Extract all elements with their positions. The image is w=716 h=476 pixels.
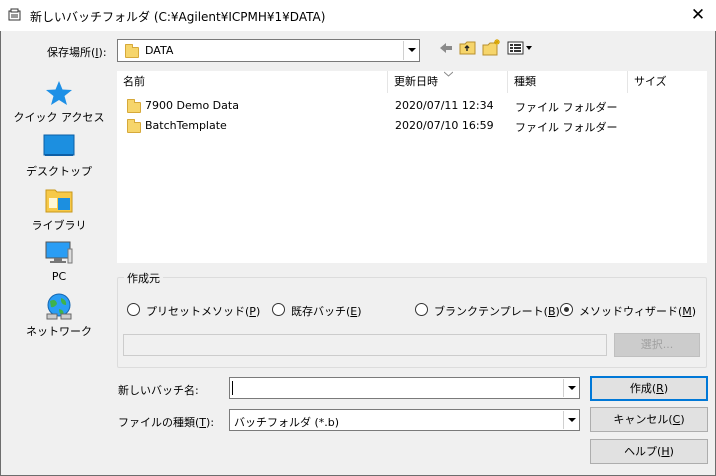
back-arrow-icon[interactable]	[438, 40, 454, 56]
library-icon	[45, 189, 73, 213]
file-type-combobox[interactable]: バッチフォルダ (*.b)	[229, 409, 580, 431]
file-name: 7900 Demo Data	[145, 99, 239, 112]
file-name: BatchTemplate	[145, 119, 227, 132]
new-folder-icon[interactable]	[482, 38, 502, 57]
column-header-name[interactable]: 名前	[117, 71, 388, 93]
source-group-title: 作成元	[124, 270, 163, 286]
folder-icon	[127, 119, 141, 133]
sort-indicator-icon	[444, 71, 453, 77]
radio-existing-batch[interactable]	[272, 303, 285, 316]
file-row[interactable]: BatchTemplate 2020/07/10 16:59 ファイル フォルダ…	[117, 116, 707, 136]
cancel-button[interactable]: キャンセル(C)	[590, 407, 708, 432]
network-icon	[46, 293, 72, 320]
radio-preset-method[interactable]	[127, 303, 140, 316]
place-label: クイック アクセス	[13, 111, 105, 124]
chevron-down-icon[interactable]	[563, 379, 578, 397]
radio-existing-batch-label[interactable]: 既存バッチ(E)	[291, 303, 362, 319]
close-button[interactable]: ✕	[686, 4, 710, 26]
place-label: ライブラリ	[31, 219, 87, 232]
help-button[interactable]: ヘルプ(H)	[590, 439, 708, 464]
radio-preset-method-label[interactable]: プリセットメソッド(P)	[146, 303, 260, 319]
location-label: 保存場所(I):	[47, 46, 107, 59]
column-header-size[interactable]: サイズ	[628, 71, 707, 93]
quick-access-star-icon	[46, 81, 72, 105]
file-type: ファイル フォルダー	[515, 121, 618, 134]
place-label: ネットワーク	[26, 325, 92, 338]
source-path-field	[123, 334, 607, 356]
radio-method-wizard[interactable]	[560, 303, 573, 316]
radio-blank-template[interactable]	[415, 303, 428, 316]
text-cursor	[232, 381, 233, 395]
file-type: ファイル フォルダー	[515, 101, 618, 114]
place-quick-access[interactable]: クイック アクセス	[13, 80, 105, 125]
radio-blank-template-label[interactable]: ブランクテンプレート(B)	[434, 303, 560, 319]
file-list[interactable]: 名前 更新日時 種類 サイズ 7900 Demo Data 2020/07/11…	[117, 71, 707, 263]
radio-method-wizard-label[interactable]: メソッドウィザード(M)	[579, 303, 696, 319]
close-icon: ✕	[690, 5, 706, 25]
place-label: デスクトップ	[26, 165, 92, 178]
place-label: PC	[51, 270, 67, 283]
chevron-down-icon[interactable]	[403, 41, 418, 60]
column-header-type[interactable]: 種類	[508, 71, 628, 93]
window-title: 新しいバッチフォルダ (C:¥Agilent¥ICPMH¥1¥DATA)	[30, 10, 326, 24]
place-pc[interactable]: PC	[13, 239, 105, 283]
place-network[interactable]: ネットワーク	[13, 292, 105, 339]
batch-name-label: 新しいバッチ名:	[118, 384, 199, 397]
folder-icon	[127, 99, 141, 113]
batch-folder-icon	[8, 8, 21, 21]
file-type-label: ファイルの種類(T):	[118, 416, 215, 429]
location-value: DATA	[145, 44, 174, 57]
file-row[interactable]: 7900 Demo Data 2020/07/11 12:34 ファイル フォル…	[117, 96, 707, 116]
folder-icon	[125, 44, 139, 58]
browse-button[interactable]: 選択...	[614, 333, 700, 357]
file-modified: 2020/07/10 16:59	[395, 119, 494, 132]
view-menu-icon[interactable]	[507, 40, 533, 56]
desktop-icon	[43, 134, 75, 156]
file-type-value: バッチフォルダ (*.b)	[234, 416, 340, 429]
place-desktop[interactable]: デスクトップ	[13, 134, 105, 179]
location-combobox[interactable]: DATA	[117, 39, 420, 62]
place-library[interactable]: ライブラリ	[13, 186, 105, 233]
create-button[interactable]: 作成(R)	[590, 376, 708, 401]
batch-name-combobox[interactable]	[229, 377, 580, 399]
file-modified: 2020/07/11 12:34	[395, 99, 494, 112]
pc-icon	[45, 241, 73, 264]
chevron-down-icon[interactable]	[563, 411, 578, 429]
up-folder-icon[interactable]	[459, 39, 477, 57]
